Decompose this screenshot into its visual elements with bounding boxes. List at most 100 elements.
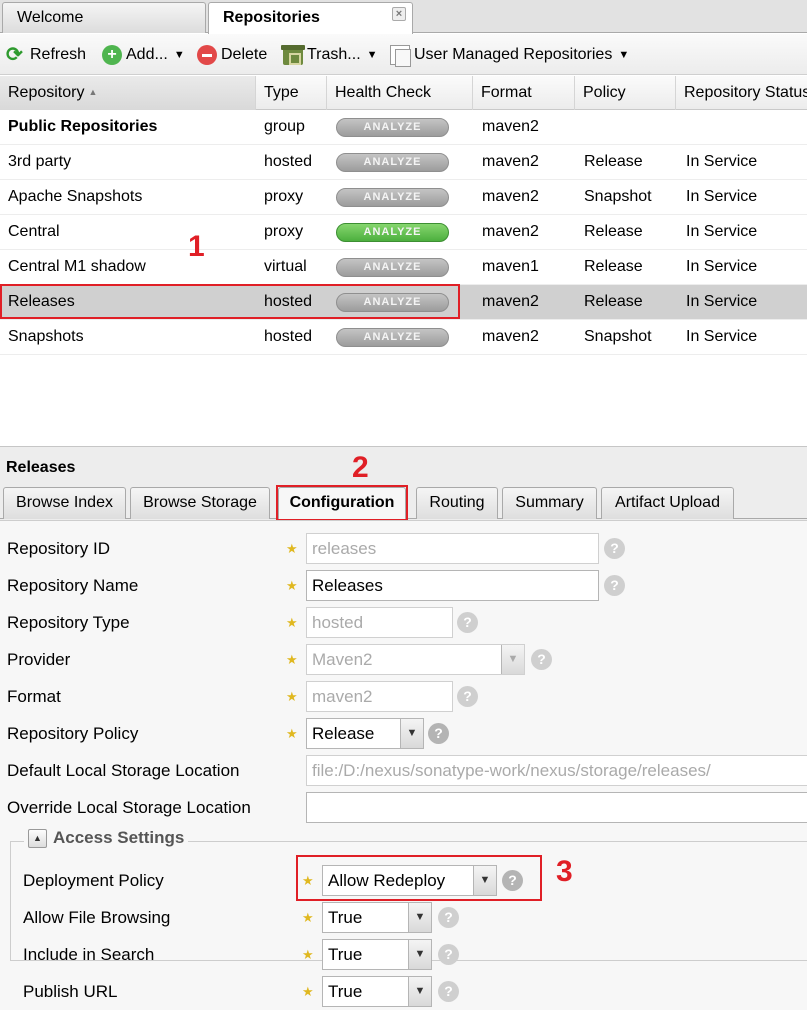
tab-welcome-label: Welcome [17, 9, 84, 26]
include-in-search-select[interactable]: True ▼ [322, 939, 432, 970]
help-icon[interactable]: ? [604, 575, 625, 596]
delete-button[interactable]: Delete [197, 43, 267, 67]
user-managed-repositories-button[interactable]: User Managed Repositories ▼ [390, 43, 629, 67]
table-row[interactable]: Public Repositories group ANALYZE maven2 [0, 110, 807, 145]
chevron-down-icon[interactable]: ▼ [408, 977, 431, 1006]
table-row[interactable]: Central M1 shadow virtual ANALYZE maven1… [0, 250, 807, 285]
add-label: Add... [126, 46, 168, 63]
delete-icon [197, 45, 217, 65]
refresh-icon: ⟳ [6, 44, 23, 66]
refresh-button[interactable]: ⟳ Refresh [6, 43, 86, 67]
cell-repository: Central [8, 223, 60, 240]
repository-name-field[interactable]: Releases [306, 570, 599, 601]
required-star-icon: ★ [286, 726, 298, 741]
form-row-provider: Provider ★ Maven2 ▼ ? [0, 644, 807, 678]
help-icon[interactable]: ? [457, 612, 478, 633]
column-label: Health Check [335, 84, 432, 101]
detail-panel-title: Releases [6, 459, 76, 476]
column-header-policy[interactable]: Policy [575, 76, 676, 110]
collapse-icon[interactable]: ▲ [28, 828, 47, 848]
form-row-default-storage: Default Local Storage Location file:/D:/… [0, 755, 807, 789]
help-icon[interactable]: ? [604, 538, 625, 559]
analyze-button[interactable]: ANALYZE [336, 223, 449, 242]
cell-policy: Release [584, 153, 643, 170]
delete-label: Delete [221, 46, 268, 63]
cell-status: In Service [686, 293, 758, 310]
allow-file-browsing-label: Allow File Browsing [23, 908, 171, 927]
annotation-highlight-configuration-tab [276, 485, 408, 521]
form-row-repository-id: Repository ID ★ releases ? [0, 533, 807, 567]
format-label: Format [7, 687, 61, 706]
close-icon[interactable]: × [392, 7, 406, 21]
trash-icon [281, 45, 305, 65]
help-icon[interactable]: ? [438, 907, 459, 928]
table-row[interactable]: 3rd party hosted ANALYZE maven2 Release … [0, 145, 807, 180]
cell-type: hosted [264, 153, 313, 170]
repository-policy-value: Release [312, 724, 375, 743]
override-storage-label: Override Local Storage Location [7, 798, 251, 817]
column-header-repository[interactable]: Repository ▲ [0, 76, 256, 110]
help-icon[interactable]: ? [428, 723, 449, 744]
column-label: Repository [8, 84, 85, 101]
column-label: Type [264, 84, 299, 101]
publish-url-select[interactable]: True ▼ [322, 976, 432, 1007]
cell-status: In Service [686, 328, 758, 345]
table-row[interactable]: Snapshots hosted ANALYZE maven2 Snapshot… [0, 320, 807, 355]
provider-select: Maven2 ▼ [306, 644, 525, 675]
tab-repositories[interactable]: Repositories × [208, 2, 413, 34]
chevron-down-icon[interactable]: ▼ [400, 719, 423, 748]
tab-browse-index[interactable]: Browse Index [3, 487, 126, 519]
publish-url-value: True [328, 982, 363, 1001]
trash-button[interactable]: Trash... ▼ [281, 43, 378, 67]
cell-policy [576, 110, 592, 144]
override-storage-field[interactable] [306, 792, 807, 823]
provider-value: Maven2 [312, 650, 373, 669]
annotation-callout-3: 3 [556, 855, 573, 888]
help-icon[interactable]: ? [531, 649, 552, 670]
column-label: Policy [583, 84, 626, 101]
repository-policy-label: Repository Policy [7, 724, 139, 743]
chevron-down-icon: ▼ [366, 49, 378, 61]
publish-url-label: Publish URL [23, 982, 118, 1001]
cell-repository: Public Repositories [8, 118, 158, 135]
chevron-down-icon[interactable]: ▼ [408, 903, 431, 932]
analyze-button[interactable]: ANALYZE [336, 258, 449, 277]
column-header-type[interactable]: Type [256, 76, 327, 110]
table-row[interactable]: Apache Snapshots proxy ANALYZE maven2 Sn… [0, 180, 807, 215]
repository-policy-select[interactable]: Release ▼ [306, 718, 424, 749]
column-header-format[interactable]: Format [473, 76, 575, 110]
required-star-icon: ★ [286, 541, 298, 556]
tab-artifact-upload[interactable]: Artifact Upload [601, 487, 734, 519]
analyze-button[interactable]: ANALYZE [336, 153, 449, 172]
repository-type-field: hosted [306, 607, 453, 638]
add-button[interactable]: + Add... ▼ [102, 43, 185, 67]
cell-format: maven2 [482, 118, 539, 135]
tab-routing[interactable]: Routing [416, 487, 498, 519]
help-icon[interactable]: ? [438, 944, 459, 965]
column-header-health-check[interactable]: Health Check [327, 76, 473, 110]
required-star-icon: ★ [286, 615, 298, 630]
user-managed-label: User Managed Repositories [414, 46, 613, 63]
allow-file-browsing-select[interactable]: True ▼ [322, 902, 432, 933]
repository-name-label: Repository Name [7, 576, 139, 595]
analyze-button[interactable]: ANALYZE [336, 188, 449, 207]
chevron-down-icon[interactable]: ▼ [408, 940, 431, 969]
repository-toolbar: ⟳ Refresh + Add... ▼ Delete Trash... ▼ U… [0, 34, 807, 75]
analyze-button[interactable]: ANALYZE [336, 118, 449, 137]
cell-repository: Snapshots [8, 328, 84, 345]
table-row[interactable]: Central proxy ANALYZE maven2 Release In … [0, 215, 807, 250]
tab-browse-storage[interactable]: Browse Storage [130, 487, 270, 519]
cell-type: hosted [264, 328, 313, 345]
column-header-repository-status[interactable]: Repository Status [676, 76, 807, 110]
default-storage-label: Default Local Storage Location [7, 761, 240, 780]
tab-summary[interactable]: Summary [502, 487, 597, 519]
access-settings-title: Access Settings [53, 828, 185, 847]
analyze-button[interactable]: ANALYZE [336, 328, 449, 347]
sort-asc-icon: ▲ [88, 87, 98, 97]
help-icon[interactable]: ? [457, 686, 478, 707]
cell-status: In Service [686, 223, 758, 240]
annotation-highlight-deployment-policy [296, 855, 542, 901]
default-storage-field: file:/D:/nexus/sonatype-work/nexus/stora… [306, 755, 807, 786]
tab-welcome[interactable]: Welcome [2, 2, 206, 33]
help-icon[interactable]: ? [438, 981, 459, 1002]
